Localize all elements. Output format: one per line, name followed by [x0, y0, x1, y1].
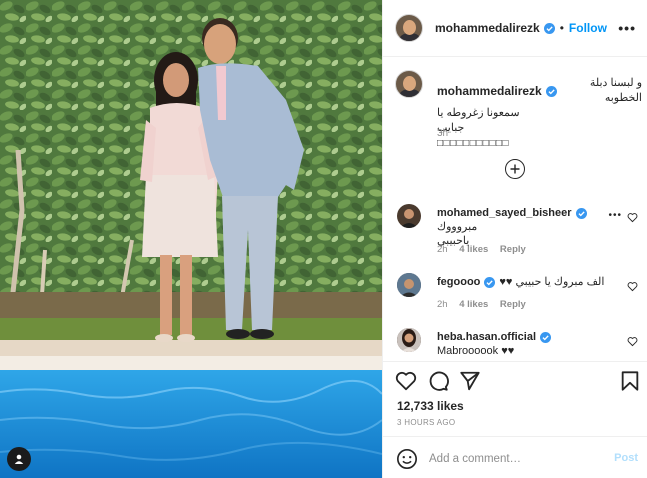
author-username[interactable]: mohammedalirezk: [435, 21, 540, 35]
post-timestamp[interactable]: 3 HOURS AGO: [397, 418, 455, 427]
post-photo[interactable]: [0, 0, 382, 478]
comment-text: الف مبروك يا حبيبي: [515, 276, 605, 288]
comment-meta: 2h 4 likes Reply: [437, 299, 535, 310]
verified-icon: [543, 22, 555, 34]
comment-icon[interactable]: [427, 370, 449, 392]
bookmark-icon[interactable]: [619, 370, 641, 392]
user-tag-icon[interactable]: [7, 447, 31, 471]
heart-icon[interactable]: [395, 370, 417, 392]
comment-body: fegoooo ♥♥ الف مبروك يا حبيبي: [437, 275, 607, 289]
heart-icon[interactable]: [627, 336, 638, 347]
caption-username[interactable]: mohammedalirezk: [437, 84, 542, 99]
comment-time[interactable]: 2h: [437, 244, 448, 255]
likes-count[interactable]: 12,733 likes: [397, 399, 464, 413]
comment-text: Mabroooook ♥♥: [437, 345, 515, 357]
heart-icon[interactable]: [627, 212, 638, 223]
caption-avatar[interactable]: [395, 70, 423, 98]
verified-icon: [540, 331, 552, 343]
more-options-button[interactable]: •••: [618, 20, 636, 36]
comment-avatar[interactable]: [397, 328, 421, 352]
comment-meta: 2h 4 likes Reply: [437, 244, 535, 255]
author-avatar[interactable]: [395, 14, 423, 42]
caption-line-3: □□□□□□□□□□□: [437, 138, 509, 149]
comment-body: mohamed_sayed_bisheer مبروووك ياحبيبي: [437, 206, 607, 248]
comment-more-button[interactable]: •••: [608, 210, 622, 221]
verified-icon: [575, 207, 587, 219]
add-comment-bar: Post: [383, 436, 647, 478]
separator-dot: •: [559, 21, 564, 35]
caption-line-1: و لبسنا دبلة الخطوبه: [589, 77, 642, 104]
comment-time[interactable]: 2h: [437, 299, 448, 310]
follow-button[interactable]: Follow: [569, 21, 607, 35]
comment-body: heba.hasan.official Mabroooook ♥♥: [437, 330, 607, 358]
reply-button[interactable]: Reply: [500, 244, 526, 255]
comment-input[interactable]: [429, 449, 599, 469]
verified-icon: [545, 85, 557, 97]
comment-likes[interactable]: 4 likes: [459, 299, 488, 310]
photo-illustration: [0, 0, 382, 478]
comment-username[interactable]: fegoooo: [437, 275, 480, 289]
comment-hearts: ♥♥: [499, 276, 513, 288]
post-details-panel: mohammedalirezk • Follow ••• mohammedali…: [382, 0, 647, 478]
comment-likes[interactable]: 4 likes: [459, 244, 488, 255]
post-header: mohammedalirezk • Follow •••: [383, 0, 647, 57]
comment-username[interactable]: heba.hasan.official: [437, 330, 536, 344]
comment-username[interactable]: mohamed_sayed_bisheer: [437, 206, 572, 220]
comment-avatar[interactable]: [397, 273, 421, 297]
comment-avatar[interactable]: [397, 204, 421, 228]
caption-text: mohammedalirezk و لبسنا دبلة الخطوبه سمع…: [437, 76, 642, 151]
plus-circle-icon[interactable]: [505, 159, 525, 179]
heart-icon[interactable]: [627, 281, 638, 292]
verified-icon: [484, 276, 496, 288]
caption-line-2: سمعونا زغروطه يا جبايب: [437, 107, 520, 134]
caption-time[interactable]: 3h: [437, 128, 448, 139]
post-comment-button[interactable]: Post: [614, 452, 638, 464]
share-icon[interactable]: [459, 370, 481, 392]
action-bar: 12,733 likes 3 HOURS AGO: [383, 361, 647, 436]
reply-button[interactable]: Reply: [500, 299, 526, 310]
emoji-icon[interactable]: [396, 448, 418, 470]
